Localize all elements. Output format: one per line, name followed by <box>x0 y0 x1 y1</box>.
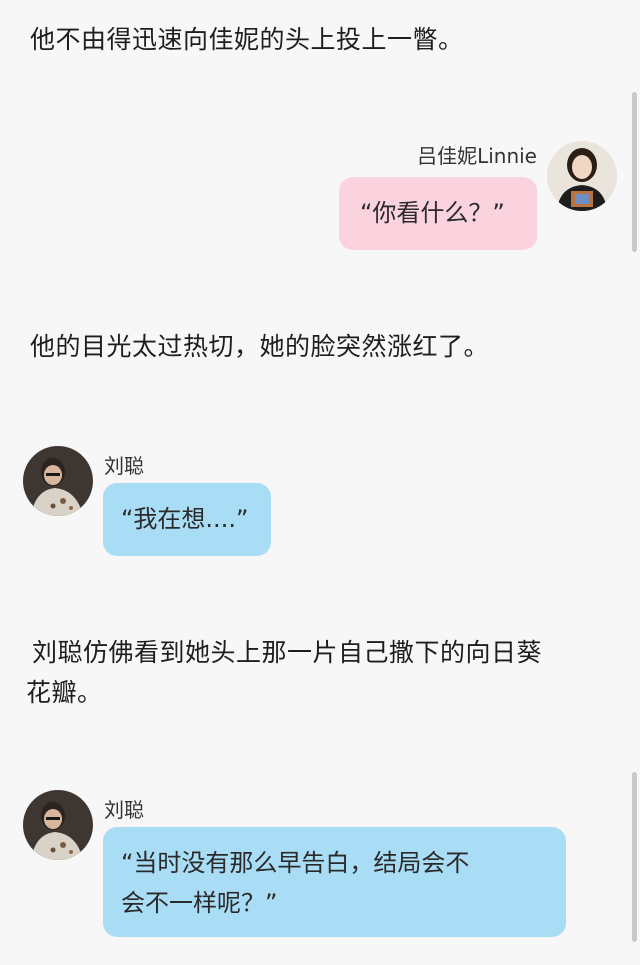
avatar-linnie[interactable] <box>547 141 617 211</box>
chat-bubble-1: “你看什么？” <box>339 177 537 250</box>
narration-3-line-2: 花瓣。 <box>26 678 103 707</box>
sender-name-liucong-1: 刘聪 <box>104 454 144 478</box>
chat-bubble-3-line-2: 会不一样呢？” <box>121 889 278 917</box>
narration-3-line-1: 刘聪仿佛看到她头上那一片自己撒下的向日葵 <box>32 638 543 667</box>
scrollbar-thumb-top[interactable] <box>632 92 637 252</box>
chat-bubble-3: “当时没有那么早告白，结局会不 会不一样呢？” <box>103 827 566 937</box>
narration-1: 他不由得迅速向佳妮的头上投上一瞥。 <box>30 25 464 54</box>
scrollbar-thumb-bottom[interactable] <box>632 772 637 942</box>
avatar-liucong-2[interactable] <box>23 790 93 860</box>
narration-2: 他的目光太过热切，她的脸突然涨红了。 <box>30 332 490 361</box>
sender-name-liucong-2: 刘聪 <box>104 798 144 822</box>
chat-bubble-2-text: “我在想....” <box>121 505 249 533</box>
chat-bubble-2: “我在想....” <box>103 483 271 556</box>
avatar-liucong-icon <box>23 446 93 516</box>
chat-bubble-1-text: “你看什么？” <box>360 199 505 227</box>
narration-3: 刘聪仿佛看到她头上那一片自己撒下的向日葵 花瓣。 <box>26 633 543 713</box>
avatar-linnie-icon <box>547 141 617 211</box>
chat-bubble-3-line-1: “当时没有那么早告白，结局会不 <box>121 849 470 877</box>
avatar-liucong-1[interactable] <box>23 446 93 516</box>
sender-name-linnie: 吕佳妮Linnie <box>417 144 537 168</box>
avatar-liucong-icon <box>23 790 93 860</box>
